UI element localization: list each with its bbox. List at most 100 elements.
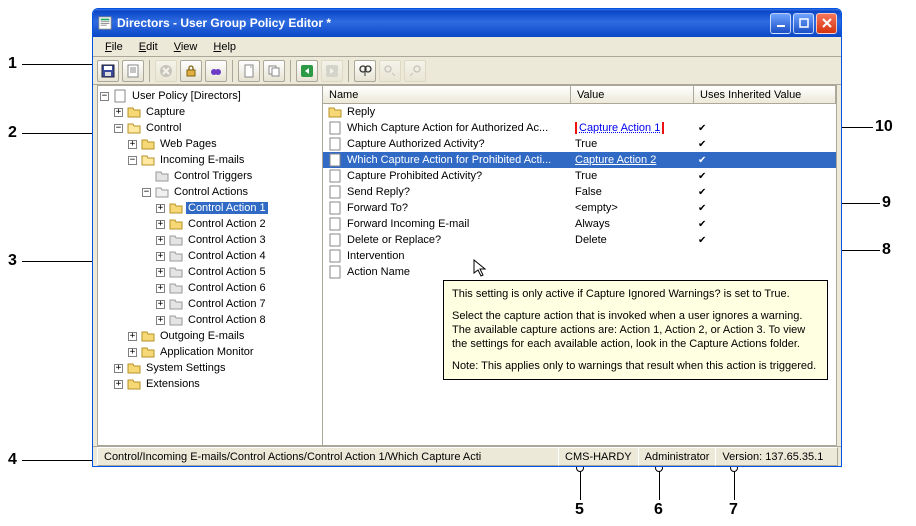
list-row[interactable]: Intervention: [323, 248, 836, 264]
tree-a5[interactable]: Control Action 5: [186, 266, 268, 278]
list-row[interactable]: Action Name: [323, 264, 836, 280]
row-value: True: [571, 170, 694, 182]
folder-icon: [126, 360, 142, 376]
expander-icon[interactable]: +: [114, 108, 123, 117]
save-icon[interactable]: [97, 60, 119, 82]
tree-a3[interactable]: Control Action 3: [186, 234, 268, 246]
list-row[interactable]: Capture Prohibited Activity? True: [323, 168, 836, 184]
close-button[interactable]: [816, 13, 837, 34]
list-row-selected[interactable]: Which Capture Action for Prohibited Acti…: [323, 152, 836, 168]
tree-appmon[interactable]: Application Monitor: [158, 346, 256, 358]
row-label: Forward Incoming E-mail: [347, 218, 469, 230]
tree-a6[interactable]: Control Action 6: [186, 282, 268, 294]
expander-icon[interactable]: +: [156, 316, 165, 325]
folder-icon: [126, 376, 142, 392]
tree-a8[interactable]: Control Action 8: [186, 314, 268, 326]
minimize-button[interactable]: [770, 13, 791, 34]
controller-icon[interactable]: [205, 60, 227, 82]
menu-edit[interactable]: Edit: [131, 39, 166, 55]
expander-icon[interactable]: −: [114, 124, 123, 133]
callout-3: 3: [8, 252, 17, 270]
copy-icon[interactable]: [263, 60, 285, 82]
status-version: Version: 137.65.35.1: [715, 447, 838, 466]
header-value[interactable]: Value: [571, 86, 694, 103]
tree-a7[interactable]: Control Action 7: [186, 298, 268, 310]
delete-icon: [155, 60, 177, 82]
header-name[interactable]: Name: [323, 86, 571, 103]
expander-icon[interactable]: −: [128, 156, 137, 165]
menu-file[interactable]: File: [97, 39, 131, 55]
tree-cactions[interactable]: Control Actions: [172, 186, 250, 198]
expander-icon[interactable]: −: [142, 188, 151, 197]
list-row[interactable]: Delete or Replace? Delete: [323, 232, 836, 248]
check-icon: [698, 202, 706, 214]
expander-icon[interactable]: +: [156, 300, 165, 309]
tree-a4[interactable]: Control Action 4: [186, 250, 268, 262]
check-icon: [698, 122, 706, 134]
new-doc-icon[interactable]: [238, 60, 260, 82]
list-row[interactable]: Forward Incoming E-mail Always: [323, 216, 836, 232]
tree-capture[interactable]: Capture: [144, 106, 187, 118]
expander-icon[interactable]: +: [114, 364, 123, 373]
find-next-icon: [379, 60, 401, 82]
list-row[interactable]: Forward To? <empty>: [323, 200, 836, 216]
expander-icon[interactable]: +: [156, 236, 165, 245]
list-panel[interactable]: Name Value Uses Inherited Value Reply Wh…: [323, 86, 836, 445]
back-icon[interactable]: [296, 60, 318, 82]
expander-icon[interactable]: +: [114, 380, 123, 389]
folder-icon: [168, 216, 184, 232]
row-label: Which Capture Action for Authorized Ac..…: [347, 122, 548, 134]
tree-a1[interactable]: Control Action 1: [186, 202, 268, 214]
expander-icon[interactable]: +: [156, 252, 165, 261]
row-value[interactable]: Capture Action 1: [579, 122, 660, 134]
properties-icon[interactable]: [122, 60, 144, 82]
lock-icon[interactable]: [180, 60, 202, 82]
menu-view[interactable]: View: [166, 39, 206, 55]
row-value[interactable]: Capture Action 2: [575, 154, 656, 166]
expander-icon[interactable]: +: [128, 332, 137, 341]
page-icon: [327, 264, 343, 280]
expander-icon[interactable]: +: [128, 348, 137, 357]
tree-root[interactable]: User Policy [Directors]: [130, 90, 243, 102]
folder-icon: [168, 200, 184, 216]
status-path: Control/Incoming E-mails/Control Actions…: [97, 447, 559, 466]
tree-sys[interactable]: System Settings: [144, 362, 227, 374]
find-icon[interactable]: [354, 60, 376, 82]
list-row[interactable]: Send Reply? False: [323, 184, 836, 200]
row-value: False: [571, 186, 694, 198]
expander-icon[interactable]: +: [128, 140, 137, 149]
check-icon: [698, 186, 706, 198]
window-title: Directors - User Group Policy Editor *: [113, 16, 768, 30]
tree-control[interactable]: Control: [144, 122, 183, 134]
row-label: Delete or Replace?: [347, 234, 441, 246]
header-inherited[interactable]: Uses Inherited Value: [694, 86, 836, 103]
tree-ctriggers[interactable]: Control Triggers: [172, 170, 254, 182]
expander-icon[interactable]: +: [156, 220, 165, 229]
tree-ext[interactable]: Extensions: [144, 378, 202, 390]
row-label: Action Name: [347, 266, 410, 278]
folder-icon: [168, 312, 184, 328]
tree-webpages[interactable]: Web Pages: [158, 138, 219, 150]
expander-icon[interactable]: +: [156, 284, 165, 293]
row-label: Which Capture Action for Prohibited Acti…: [347, 154, 551, 166]
maximize-button[interactable]: [793, 13, 814, 34]
folder-icon: [168, 264, 184, 280]
tree-a2[interactable]: Control Action 2: [186, 218, 268, 230]
menu-help[interactable]: Help: [205, 39, 244, 55]
list-row[interactable]: Capture Authorized Activity? True: [323, 136, 836, 152]
check-icon: [698, 154, 706, 166]
expander-icon[interactable]: −: [100, 92, 109, 101]
title-bar[interactable]: Directors - User Group Policy Editor *: [93, 9, 841, 37]
page-icon: [327, 200, 343, 216]
list-row[interactable]: Which Capture Action for Authorized Ac..…: [323, 120, 836, 136]
tree-outgoing[interactable]: Outgoing E-mails: [158, 330, 246, 342]
callout-8: 8: [882, 241, 891, 259]
list-row[interactable]: Reply: [323, 104, 836, 120]
expander-icon[interactable]: +: [156, 268, 165, 277]
tree-panel[interactable]: − User Policy [Directors] + Capture − Contr…: [98, 86, 323, 445]
page-icon: [327, 248, 343, 264]
expander-icon[interactable]: +: [156, 204, 165, 213]
list-rows: Reply Which Capture Action for Authorize…: [323, 104, 836, 445]
tree-incoming[interactable]: Incoming E-mails: [158, 154, 246, 166]
tooltip-line: Select the capture action that is invoke…: [452, 309, 819, 351]
